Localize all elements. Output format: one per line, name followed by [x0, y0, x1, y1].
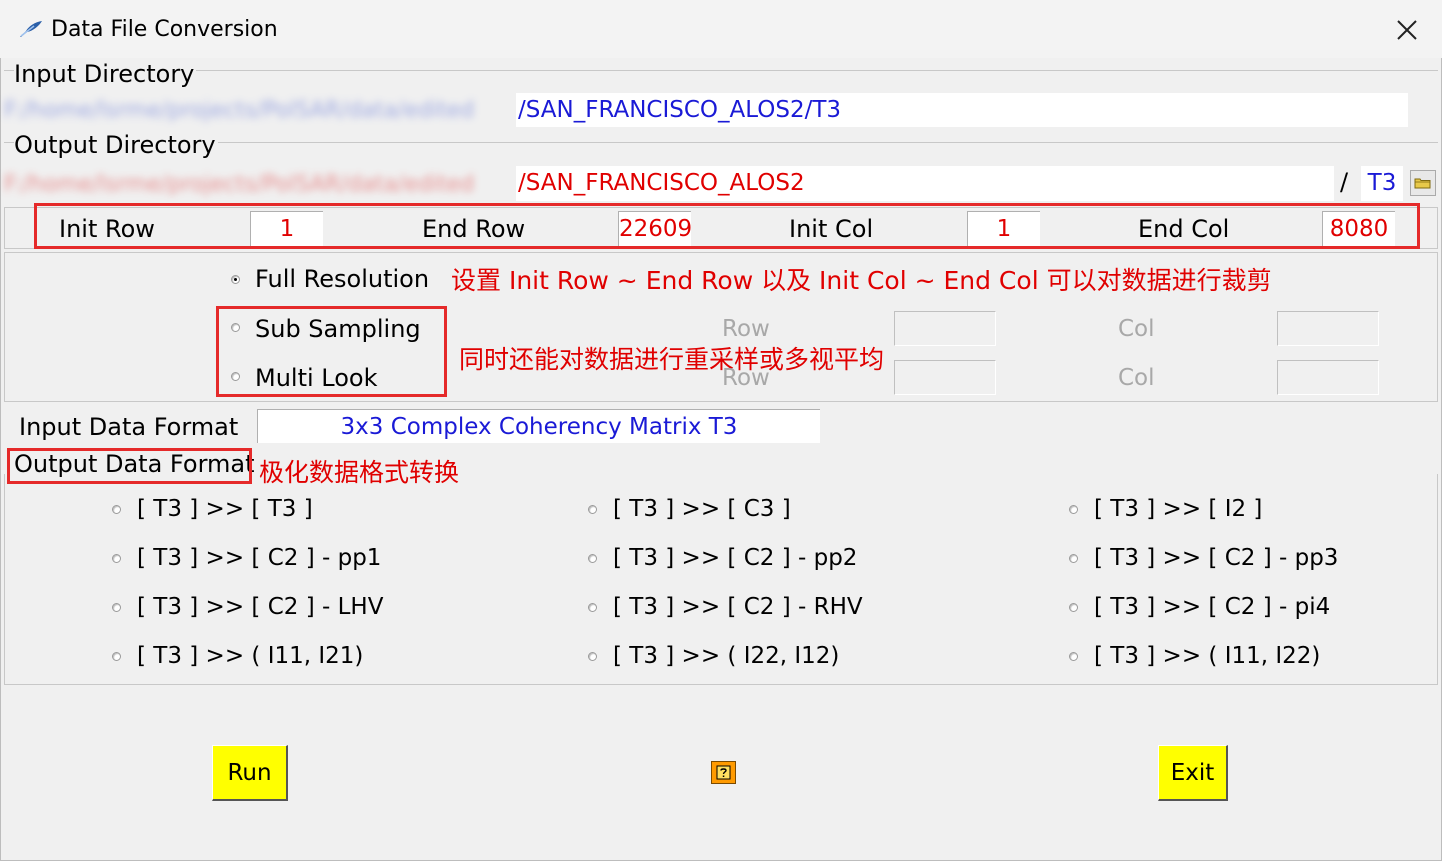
crop-highlight-box: [34, 203, 1420, 249]
input-format-field: 3x3 Complex Coherency Matrix T3: [257, 409, 820, 443]
output-dir-prefix: F:/home/lsrme/projects/PolSAR/data/edite…: [4, 172, 475, 197]
resample-highlight-box: [216, 306, 447, 397]
input-format-label: Input Data Format: [19, 413, 239, 441]
multi-col-label: Col: [1118, 365, 1155, 391]
close-icon: [1397, 20, 1417, 40]
full-resolution-radio[interactable]: [231, 275, 240, 284]
format-option-radio[interactable]: [588, 603, 597, 612]
sub-col-field[interactable]: [1277, 311, 1379, 346]
format-option-radio[interactable]: [588, 652, 597, 661]
format-option-radio[interactable]: [112, 554, 121, 563]
format-option-label: [ T3 ] >> ( I11, I21): [137, 643, 364, 669]
format-option-label: [ T3 ] >> [ C2 ] - pi4: [1094, 594, 1331, 620]
format-option-radio[interactable]: [1069, 505, 1078, 514]
format-option-radio[interactable]: [588, 554, 597, 563]
output-subdir-field[interactable]: T3: [1361, 166, 1403, 201]
format-option-label: [ T3 ] >> [ C2 ] - LHV: [137, 594, 384, 620]
multi-row-field[interactable]: [894, 360, 996, 395]
resample-annotation: 同时还能对数据进行重采样或多视平均: [459, 345, 885, 374]
input-dir-prefix: F:/home/lsrme/projects/PolSAR/data/edite…: [4, 98, 475, 123]
run-button[interactable]: Run: [212, 745, 288, 801]
full-resolution-label: Full Resolution: [255, 265, 430, 293]
output-dir-label: Output Directory: [14, 131, 218, 159]
format-option-label: [ T3 ] >> [ T3 ]: [137, 496, 313, 522]
format-option-radio[interactable]: [1069, 652, 1078, 661]
format-option-label: [ T3 ] >> [ C2 ] - RHV: [613, 594, 863, 620]
help-button[interactable]: [711, 761, 736, 784]
format-highlight-box: [7, 448, 252, 484]
format-option-radio[interactable]: [1069, 603, 1078, 612]
format-option-label: [ T3 ] >> [ I2 ]: [1094, 496, 1263, 522]
multi-row-label: Row: [722, 365, 770, 391]
format-option-label: [ T3 ] >> [ C3 ]: [613, 496, 791, 522]
format-option-label: [ T3 ] >> ( I11, I22): [1094, 643, 1321, 669]
format-option-label: [ T3 ] >> [ C2 ] - pp3: [1094, 545, 1339, 571]
window-title: Data File Conversion: [51, 17, 278, 42]
folder-icon: [1414, 178, 1431, 189]
sub-row-label: Row: [722, 316, 770, 342]
format-option-radio[interactable]: [1069, 554, 1078, 563]
sub-col-label: Col: [1118, 316, 1155, 342]
output-dir-frame: [4, 142, 1438, 143]
input-dir-label: Input Directory: [14, 60, 197, 88]
input-dir-frame: [4, 70, 1438, 71]
format-option-radio[interactable]: [112, 505, 121, 514]
help-icon: [716, 765, 731, 780]
output-dir-field[interactable]: /SAN_FRANCISCO_ALOS2: [516, 166, 1334, 201]
format-option-label: [ T3 ] >> [ C2 ] - pp1: [137, 545, 382, 571]
path-separator: /: [1340, 168, 1349, 196]
format-option-label: [ T3 ] >> ( I22, I12): [613, 643, 840, 669]
format-option-radio[interactable]: [112, 652, 121, 661]
exit-button[interactable]: Exit: [1158, 745, 1228, 801]
input-dir-field[interactable]: /SAN_FRANCISCO_ALOS2/T3: [516, 93, 1408, 127]
sub-row-field[interactable]: [894, 311, 996, 346]
format-option-radio[interactable]: [588, 505, 597, 514]
multi-col-field[interactable]: [1277, 360, 1379, 395]
browse-folder-button[interactable]: [1410, 170, 1436, 196]
format-option-label: [ T3 ] >> [ C2 ] - pp2: [613, 545, 858, 571]
crop-annotation: 设置 Init Row ~ End Row 以及 Init Col ~ End …: [451, 266, 1272, 295]
close-button[interactable]: [1385, 14, 1429, 46]
format-option-radio[interactable]: [112, 603, 121, 612]
format-annotation: 极化数据格式转换: [259, 458, 460, 487]
feather-icon: [18, 20, 44, 38]
